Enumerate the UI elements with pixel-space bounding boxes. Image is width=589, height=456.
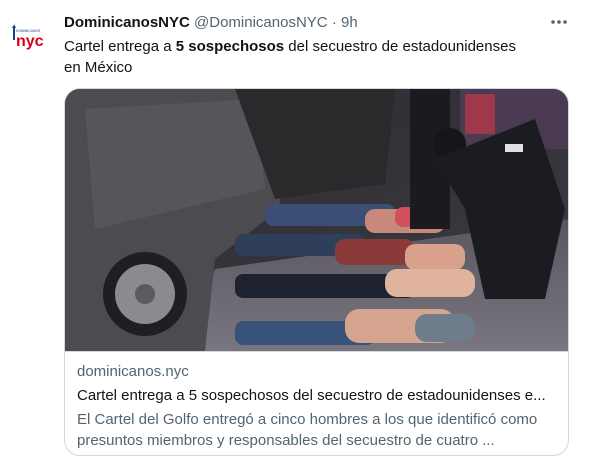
tweet-text-start: Cartel entrega a: [64, 38, 176, 55]
tweet[interactable]: DOMINICANOS nyc DominicanosNYC @Dominica…: [0, 0, 589, 456]
link-card[interactable]: dominicanos.nyc Cartel entrega a 5 sospe…: [64, 88, 569, 456]
separator-dot: ·: [331, 14, 337, 31]
logo-text: nyc: [16, 33, 44, 50]
dominicanos-nyc-logo: DOMINICANOS nyc: [8, 18, 52, 62]
tweet-time[interactable]: 9h: [341, 14, 358, 31]
more-horizontal-icon[interactable]: [547, 12, 571, 36]
link-card-title[interactable]: Cartel entrega a 5 sospechosos del secue…: [77, 387, 563, 404]
tweet-text-bold: 5 sospechosos: [175, 38, 285, 55]
link-card-description[interactable]: El Cartel del Golfo entregó a cinco homb…: [77, 409, 563, 451]
user-handle[interactable]: @DominicanosNYC: [194, 14, 328, 31]
link-card-domain[interactable]: dominicanos.nyc: [77, 363, 189, 380]
avatar[interactable]: DOMINICANOS nyc: [8, 18, 52, 62]
tweet-text: Cartel entrega a 5 sospechosos del secue…: [64, 36, 534, 78]
display-name[interactable]: DominicanosNYC: [64, 14, 190, 31]
link-card-image[interactable]: [65, 89, 569, 351]
link-card-divider: [65, 351, 568, 352]
tweet-header: DominicanosNYC @DominicanosNYC · 9h: [64, 13, 549, 35]
